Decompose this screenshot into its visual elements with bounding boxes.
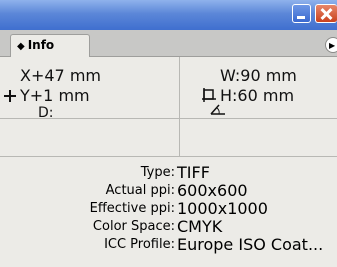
detail-value: CMYK: [177, 217, 223, 236]
detail-value: Europe ISO Coat...: [177, 235, 324, 254]
detail-label: Color Space:: [92, 219, 175, 234]
y-position: Y+1 mm: [20, 86, 90, 105]
detail-value: TIFF: [177, 163, 210, 182]
detail-value: 600x600: [177, 181, 248, 200]
panel-tabbar: ◆ Info ▶: [0, 30, 337, 57]
detail-value: 1000x1000: [177, 199, 268, 218]
detail-row: Type: TIFF: [0, 164, 337, 181]
tab-info[interactable]: ◆ Info: [10, 34, 90, 57]
width-value: W:90 mm: [220, 66, 297, 85]
detail-label: ICC Profile:: [104, 237, 175, 252]
x-position: X+47 mm: [20, 66, 101, 85]
detail-row: Effective ppi: 1000x1000: [0, 200, 337, 217]
column-divider: [179, 57, 180, 156]
detail-label: Actual ppi:: [105, 183, 175, 198]
detail-row: Actual ppi: 600x600: [0, 182, 337, 199]
updown-arrows-icon: ◆: [17, 41, 25, 52]
divider: [0, 156, 337, 157]
tab-label: Info: [27, 38, 55, 52]
bounding-box-icon: [202, 88, 216, 102]
distance-label: D:: [38, 105, 54, 121]
info-panel: X+47 mm Y+1 mm D: W:90 mm H:60 mm Type: …: [0, 57, 337, 267]
crosshair-icon: [4, 90, 16, 102]
detail-label: Type:: [140, 165, 175, 180]
minimize-icon[interactable]: [292, 4, 311, 23]
angle-icon: [210, 104, 225, 115]
detail-row: ICC Profile: Europe ISO Coat...: [0, 236, 337, 253]
detail-label: Effective ppi:: [89, 201, 175, 216]
window-titlebar: [0, 0, 337, 30]
height-value: H:60 mm: [220, 86, 295, 105]
panel-menu-icon[interactable]: ▶: [325, 37, 337, 53]
detail-row: Color Space: CMYK: [0, 218, 337, 235]
close-icon[interactable]: [315, 4, 337, 23]
